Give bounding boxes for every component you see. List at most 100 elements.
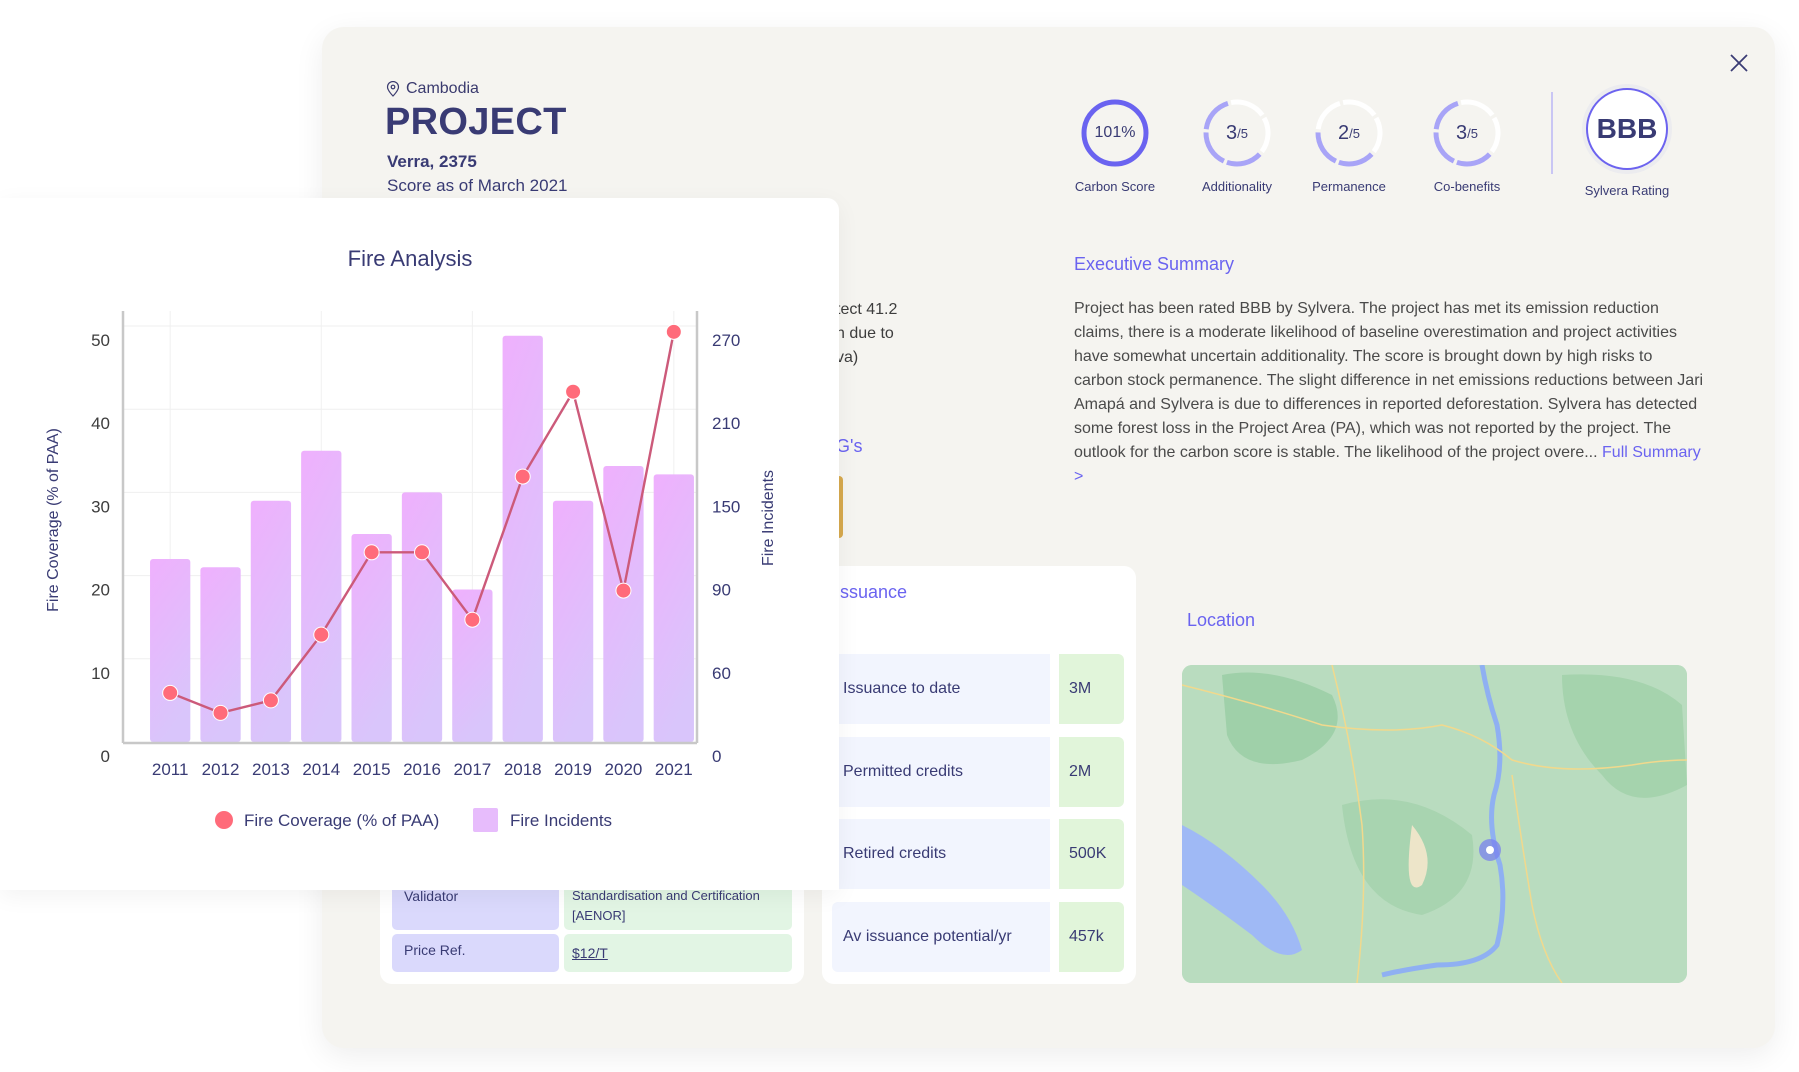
- point-fire-coverage-2013[interactable]: [262, 692, 279, 709]
- permanence-label: Permanence: [1312, 179, 1386, 194]
- hidden-line: tect 41.2: [836, 301, 898, 318]
- y2-tick-label: 210: [712, 414, 740, 433]
- map-graphic: [1182, 665, 1687, 983]
- partially-hidden-text: tect 41.2 n due to va): [836, 298, 897, 370]
- point-fire-coverage-2020[interactable]: [615, 582, 632, 599]
- x-tick-label: 2020: [605, 760, 643, 779]
- issuance-value: 2M: [1059, 737, 1124, 807]
- point-fire-coverage-2015[interactable]: [363, 544, 380, 561]
- y2-tick-label: 150: [712, 497, 740, 516]
- co-benefits-value: 3: [1456, 121, 1468, 144]
- y2-tick-label: 270: [712, 331, 740, 350]
- issuance-key: Issuance to date: [832, 654, 1050, 724]
- map-pin-icon: [386, 81, 400, 97]
- x-tick-label: 2011: [152, 760, 189, 779]
- score-date: Score as of March 2021: [387, 176, 568, 195]
- co-benefits-gauge: 3/5 Co-benefits: [1423, 97, 1511, 194]
- point-fire-coverage-2014[interactable]: [313, 626, 330, 643]
- point-fire-coverage-2021[interactable]: [665, 323, 682, 340]
- project-location-marker[interactable]: [1486, 846, 1494, 854]
- price-ref-link[interactable]: $12/T: [564, 934, 792, 972]
- issuance-title: ssuance: [840, 582, 908, 602]
- x-tick-label: 2021: [655, 760, 693, 779]
- score-divider: [1551, 92, 1553, 174]
- co-benefits-max: /5: [1467, 125, 1478, 141]
- issuance-row: Av issuance potential/yr 457k: [832, 902, 1124, 972]
- x-tick-label: 2015: [353, 760, 391, 779]
- legend-label-coverage: Fire Coverage (% of PAA): [244, 811, 439, 830]
- y-tick-label: 0: [101, 747, 110, 766]
- point-fire-coverage-2017[interactable]: [464, 611, 481, 628]
- bar-fire-incidents-2018[interactable]: [502, 335, 543, 742]
- x-tick-label: 2013: [252, 760, 290, 779]
- y2-axis-label: Fire Incidents: [760, 470, 777, 566]
- project-title: PROJECT: [385, 101, 567, 143]
- close-icon[interactable]: [1728, 52, 1750, 74]
- x-tick-label: 2014: [302, 760, 340, 779]
- carbon-score-gauge: 101% Carbon Score: [1071, 97, 1159, 194]
- point-fire-coverage-2012[interactable]: [212, 704, 229, 721]
- permanence-max: /5: [1349, 125, 1360, 141]
- y2-tick-label: 90: [712, 581, 731, 600]
- location-map[interactable]: [1182, 665, 1687, 983]
- y-tick-label: 30: [91, 497, 110, 516]
- y-tick-label: 50: [91, 331, 110, 350]
- issuance-key: Av issuance potential/yr: [832, 902, 1050, 972]
- issuance-value: 457k: [1059, 902, 1124, 972]
- location-label: Cambodia: [406, 80, 479, 97]
- x-tick-label: 2016: [403, 760, 441, 779]
- additionality-gauge: 3/5 Additionality: [1193, 97, 1281, 194]
- y-tick-label: 10: [91, 664, 110, 683]
- y-tick-label: 40: [91, 414, 110, 433]
- hidden-line: va): [836, 349, 859, 366]
- issuance-row: Permitted credits 2M: [832, 737, 1124, 807]
- y-axis-label: Fire Coverage (% of PAA): [45, 428, 62, 612]
- carbon-score-label: Carbon Score: [1074, 179, 1156, 194]
- issuance-value: 500K: [1059, 819, 1124, 889]
- y2-tick-label: 0: [712, 747, 721, 766]
- rating-badge: BBB: [1586, 88, 1668, 170]
- legend-label-incidents: Fire Incidents: [510, 811, 612, 830]
- sdg-heading: G's: [836, 436, 863, 456]
- additionality-max: /5: [1237, 125, 1248, 141]
- bar-fire-incidents-2015[interactable]: [351, 534, 392, 742]
- legend-circle-marker: [215, 811, 233, 829]
- issuance-key: Permitted credits: [832, 737, 1050, 807]
- bar-fire-incidents-2014[interactable]: [301, 450, 342, 742]
- bar-fire-incidents-2020[interactable]: [603, 466, 644, 742]
- x-tick-label: 2018: [504, 760, 542, 779]
- rating-label: Sylvera Rating: [1584, 183, 1670, 198]
- x-tick-label: 2017: [453, 760, 491, 779]
- bar-fire-incidents-2011[interactable]: [150, 558, 191, 742]
- y-tick-label: 20: [91, 581, 110, 600]
- bar-fire-incidents-2021[interactable]: [653, 474, 694, 742]
- co-benefits-label: Co-benefits: [1433, 179, 1501, 194]
- registry-line: Verra, 2375: [387, 152, 477, 171]
- additionality-value: 3: [1226, 121, 1238, 144]
- bar-fire-incidents-2016[interactable]: [401, 492, 443, 742]
- executive-summary-title: Executive Summary: [1074, 254, 1235, 274]
- issuance-key: Retired credits: [832, 819, 1050, 889]
- point-fire-coverage-2016[interactable]: [414, 544, 430, 561]
- x-tick-label: 2019: [554, 760, 592, 779]
- carbon-score-value: 101%: [1094, 124, 1136, 141]
- permanence-gauge: 2/5 Permanence: [1305, 97, 1393, 194]
- executive-summary-text: Project has been rated BBB by Sylvera. T…: [1074, 297, 1704, 489]
- bar-fire-incidents-2019[interactable]: [552, 500, 594, 742]
- issuance-row: Retired credits 500K: [832, 819, 1124, 889]
- point-fire-coverage-2019[interactable]: [565, 383, 582, 400]
- issuance-row: Issuance to date 3M: [832, 654, 1124, 724]
- details-row-price: Price Ref. $12/T: [392, 934, 792, 972]
- sylvera-rating: BBB Sylvera Rating: [1579, 88, 1675, 198]
- fire-analysis-card: Fire Analysis 0 10 20 30 40 50 0 60 90 150 210 270 2…: [0, 198, 839, 890]
- detail-key: Price Ref.: [392, 934, 559, 972]
- project-location: Cambodia: [386, 80, 479, 98]
- point-fire-coverage-2011[interactable]: [162, 684, 179, 701]
- point-fire-coverage-2018[interactable]: [514, 468, 531, 485]
- issuance-value: 3M: [1059, 654, 1124, 724]
- y2-tick-label: 60: [712, 664, 731, 683]
- x-tick-label: 2012: [202, 760, 240, 779]
- permanence-value: 2: [1338, 121, 1350, 144]
- additionality-label: Additionality: [1201, 179, 1273, 194]
- hidden-line: n due to: [836, 325, 894, 342]
